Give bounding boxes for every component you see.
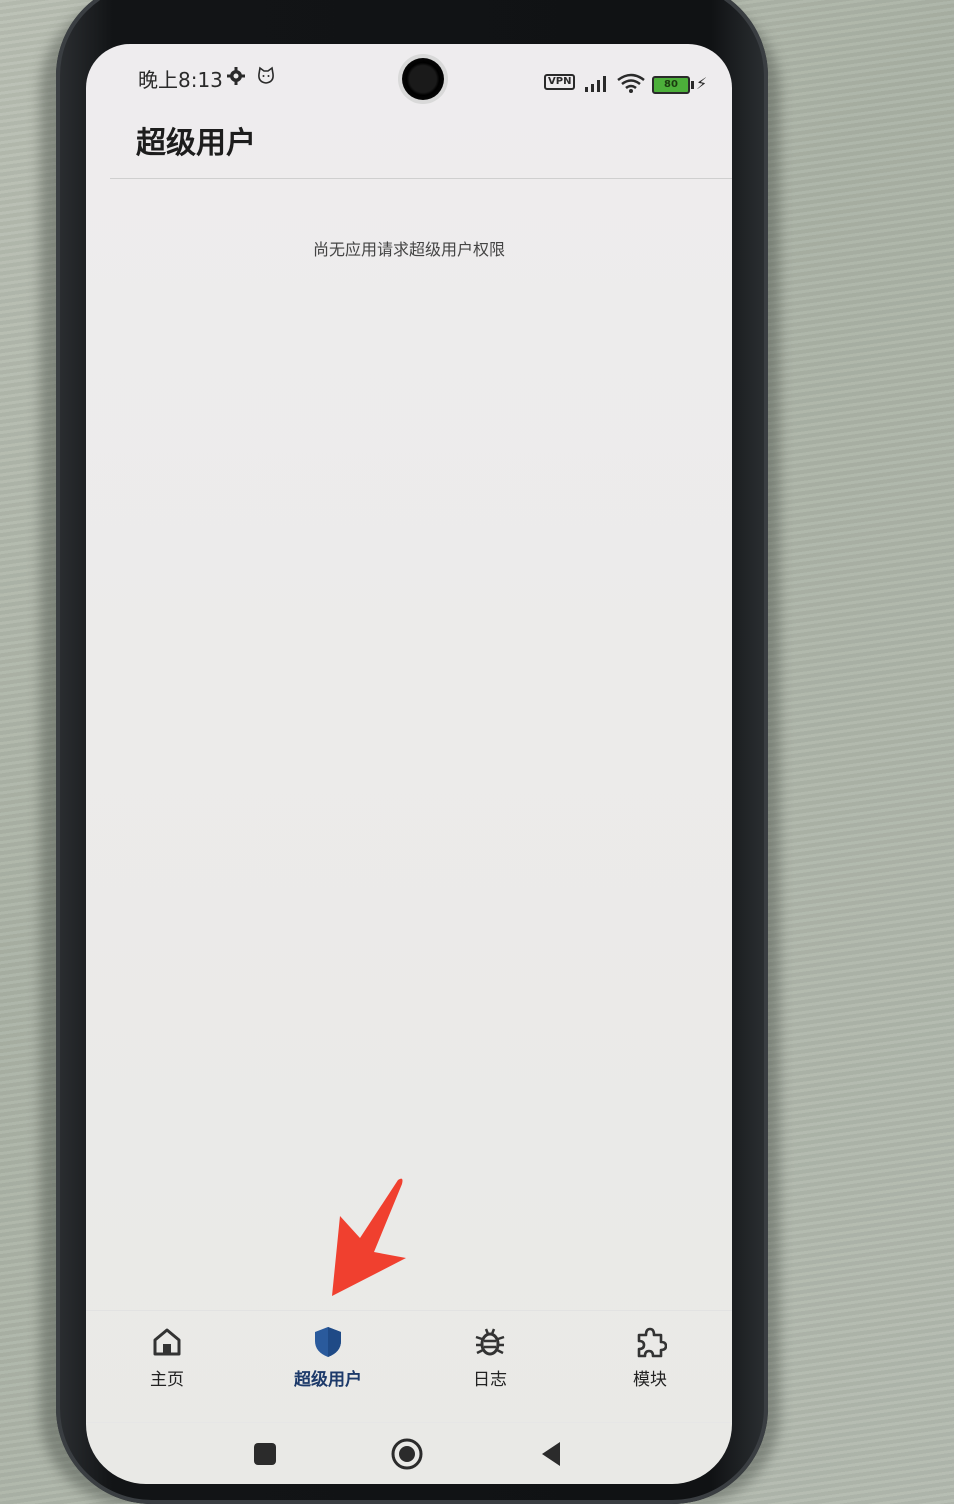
nav-item-logs[interactable]: 日志: [430, 1325, 550, 1405]
annotation-arrow: [332, 1178, 406, 1296]
shield-icon: [315, 1327, 341, 1357]
nav-label-superuser: 超级用户: [294, 1370, 362, 1390]
page-title: 超级用户: [136, 126, 256, 161]
status-time: 晚上8:13: [138, 68, 223, 92]
settings-gear-icon: [227, 67, 245, 85]
cat-notification-icon: [258, 66, 274, 84]
vpn-badge: VPN: [544, 74, 576, 90]
nav-label-logs: 日志: [473, 1370, 507, 1390]
bug-icon: [475, 1328, 505, 1356]
front-camera: [402, 58, 444, 100]
nav-item-home[interactable]: 主页: [107, 1325, 227, 1405]
charging-bolt-icon: ⚡: [696, 74, 708, 93]
header-divider: [110, 178, 732, 179]
status-bar: 晚上8:13 VPN 80 ⚡: [86, 44, 732, 104]
back-button[interactable]: [534, 1437, 568, 1471]
empty-state-message: 尚无应用请求超级用户权限: [312, 240, 505, 259]
battery-indicator: 80: [652, 76, 694, 94]
wifi-icon: [617, 73, 645, 93]
nav-item-modules[interactable]: 模块: [590, 1325, 710, 1405]
nav-label-modules: 模块: [633, 1370, 667, 1390]
signal-icon: [585, 76, 606, 92]
bottom-navigation: 主页 超级用户 日志 模块: [86, 1310, 732, 1421]
recents-button[interactable]: [248, 1437, 282, 1471]
home-button[interactable]: [390, 1437, 424, 1471]
home-icon: [153, 1328, 181, 1356]
nav-label-home: 主页: [150, 1370, 184, 1390]
system-navigation-bar: [86, 1422, 732, 1483]
nav-item-superuser[interactable]: 超级用户: [268, 1325, 388, 1405]
puzzle-icon: [637, 1327, 667, 1358]
